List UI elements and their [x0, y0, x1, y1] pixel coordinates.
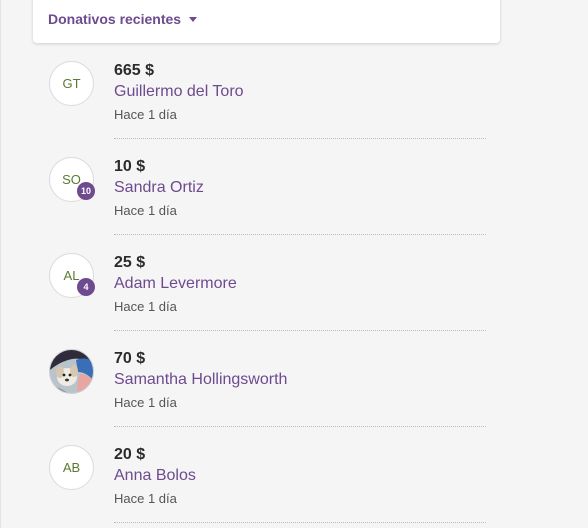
recent-donations-dropdown[interactable]: Donativos recientes [48, 11, 198, 27]
donor-name[interactable]: Adam Levermore [114, 275, 237, 293]
donation-amount: 70 $ [114, 350, 146, 367]
donation-count-badge: 10 [77, 182, 95, 200]
divider [114, 426, 486, 427]
divider [114, 138, 486, 139]
donor-name[interactable]: Samantha Hollingsworth [114, 371, 287, 389]
donation-time: Hace 1 día [114, 107, 177, 122]
dog-photo-icon [50, 350, 93, 393]
divider [114, 234, 486, 235]
donation-item: SO 10 10 $ Sandra Ortiz Hace 1 día [0, 152, 588, 248]
page: Donativos recientes GT 665 $ Guillermo d… [0, 0, 588, 528]
donation-item: AL 4 25 $ Adam Levermore Hace 1 día [0, 248, 588, 344]
donor-name[interactable]: Sandra Ortiz [114, 179, 204, 197]
donation-item: AB 20 $ Anna Bolos Hace 1 día [0, 440, 588, 528]
donation-amount: 25 $ [114, 254, 146, 271]
divider [114, 330, 486, 331]
caret-down-icon [189, 17, 198, 22]
donor-name[interactable]: Anna Bolos [114, 467, 196, 485]
donation-item: GT 665 $ Guillermo del Toro Hace 1 día [0, 56, 588, 152]
avatar-initials: GT [62, 76, 81, 91]
donor-name[interactable]: Guillermo del Toro [114, 83, 244, 101]
avatar-initials: AL [63, 268, 80, 283]
donation-time: Hace 1 día [114, 203, 177, 218]
avatar: GT [49, 61, 94, 106]
donation-amount: 665 $ [114, 62, 155, 79]
donation-time: Hace 1 día [114, 395, 177, 410]
donation-amount: 20 $ [114, 446, 146, 463]
donation-count-badge: 4 [77, 278, 95, 296]
avatar-initials: AB [62, 460, 81, 475]
donation-time: Hace 1 día [114, 299, 177, 314]
donation-item: 70 $ Samantha Hollingsworth Hace 1 día [0, 344, 588, 440]
donation-time: Hace 1 día [114, 491, 177, 506]
avatar-photo [49, 349, 94, 394]
recent-donations-title: Donativos recientes [48, 11, 182, 27]
donation-amount: 10 $ [114, 158, 146, 175]
recent-donations-header-card: Donativos recientes [33, 0, 500, 43]
avatar: AB [49, 445, 94, 490]
divider [114, 522, 486, 523]
